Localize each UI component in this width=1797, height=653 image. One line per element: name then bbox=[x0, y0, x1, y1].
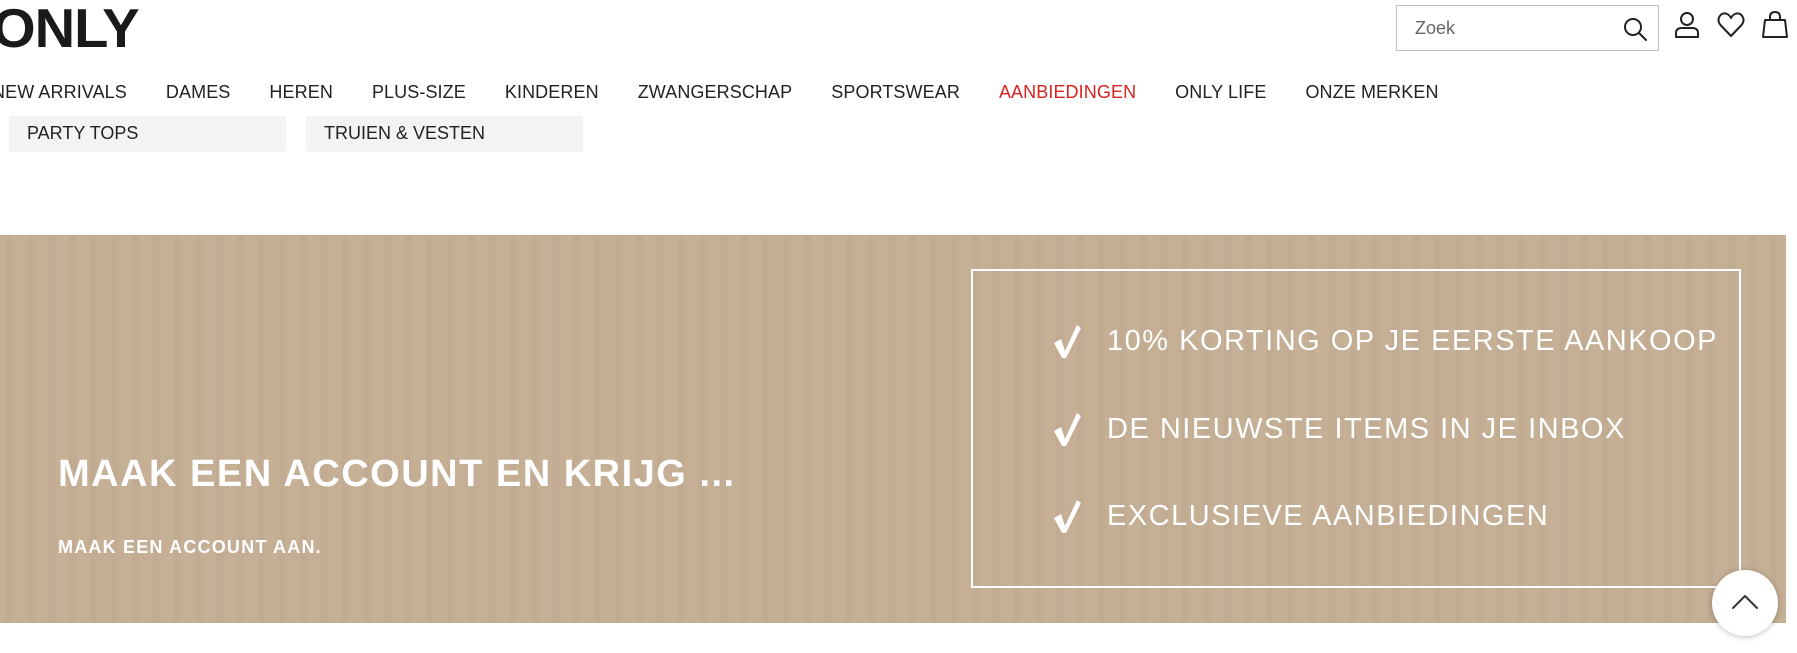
search-box bbox=[1396, 5, 1659, 51]
nav-item-kinderen[interactable]: KINDEREN bbox=[505, 82, 599, 103]
nav-item-aanbiedingen[interactable]: AANBIEDINGEN bbox=[999, 82, 1136, 103]
benefit-text: 10% KORTING OP JE EERSTE AANKOOP bbox=[1107, 324, 1718, 357]
chevron-up-icon bbox=[1732, 595, 1758, 609]
banner-title: MAAK EEN ACCOUNT EN KRIJG ... bbox=[58, 453, 736, 495]
category-chip-party-tops[interactable]: PARTY TOPS bbox=[9, 116, 286, 152]
check-icon bbox=[1054, 500, 1081, 533]
search-icon[interactable] bbox=[1622, 16, 1648, 42]
category-chip-truien-vesten[interactable]: TRUIEN & VESTEN bbox=[306, 116, 583, 152]
heart-icon[interactable] bbox=[1716, 10, 1746, 40]
benefit-text: DE NIEUWSTE ITEMS IN JE INBOX bbox=[1107, 412, 1626, 445]
check-icon bbox=[1054, 413, 1081, 446]
bag-icon[interactable] bbox=[1760, 10, 1790, 40]
nav-item-zwangerschap[interactable]: ZWANGERSCHAP bbox=[638, 82, 793, 103]
nav-item-heren[interactable]: HEREN bbox=[269, 82, 333, 103]
scroll-to-top-button[interactable] bbox=[1712, 570, 1778, 636]
nav-item-only-life[interactable]: ONLY LIFE bbox=[1175, 82, 1266, 103]
account-icon[interactable] bbox=[1672, 10, 1702, 40]
benefit-text: EXCLUSIEVE AANBIEDINGEN bbox=[1107, 499, 1550, 532]
nav-item-sportswear[interactable]: SPORTSWEAR bbox=[831, 82, 960, 103]
search-input[interactable] bbox=[1397, 6, 1617, 50]
create-account-link[interactable]: MAAK EEN ACCOUNT AAN. bbox=[58, 537, 322, 558]
check-icon bbox=[1054, 325, 1081, 358]
signup-banner: MAAK EEN ACCOUNT EN KRIJG ... MAAK EEN A… bbox=[0, 235, 1786, 623]
nav-item-onze-merken[interactable]: ONZE MERKEN bbox=[1305, 82, 1438, 103]
nav-item-new-arrivals[interactable]: NEW ARRIVALS bbox=[0, 82, 127, 103]
benefit-item: 10% KORTING OP JE EERSTE AANKOOP bbox=[1051, 321, 1718, 361]
main-nav: NEW ARRIVALS DAMES HEREN PLUS-SIZE KINDE… bbox=[0, 80, 1478, 104]
brand-logo[interactable]: ONLY bbox=[0, 0, 140, 56]
benefits-box: 10% KORTING OP JE EERSTE AANKOOP DE NIEU… bbox=[971, 269, 1741, 588]
benefit-item: DE NIEUWSTE ITEMS IN JE INBOX bbox=[1051, 409, 1626, 449]
nav-item-dames[interactable]: DAMES bbox=[166, 82, 231, 103]
nav-item-plus-size[interactable]: PLUS-SIZE bbox=[372, 82, 466, 103]
benefit-item: EXCLUSIEVE AANBIEDINGEN bbox=[1051, 496, 1549, 536]
